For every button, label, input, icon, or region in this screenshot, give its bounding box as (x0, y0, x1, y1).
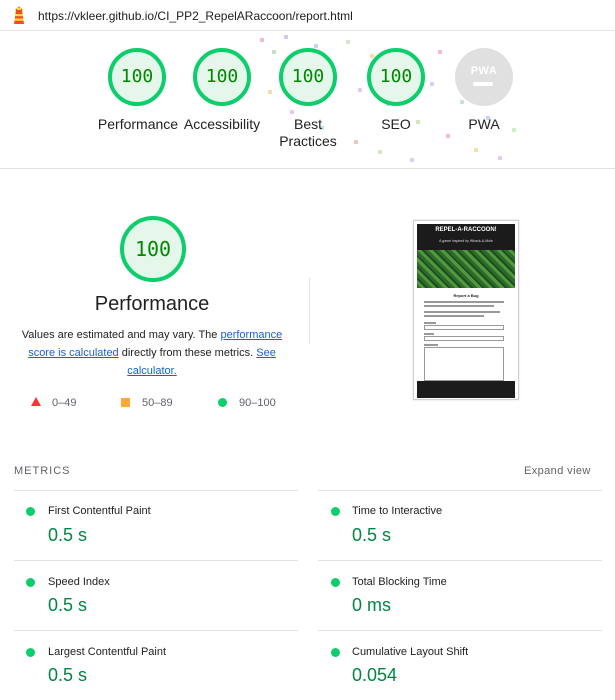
fail-triangle-icon (31, 397, 41, 406)
gauge-label: Accessibility (183, 116, 261, 132)
metrics-row-divider (14, 490, 298, 491)
pwa-badge-text: PWA (470, 65, 498, 77)
metric-name: Cumulative Layout Shift (352, 646, 469, 658)
expand-view-toggle[interactable]: Expand view (524, 465, 591, 477)
score-value: 100 (205, 66, 239, 87)
thumb-text-line (424, 344, 438, 346)
metric-value: 0.5 s (48, 525, 88, 545)
average-square-icon (121, 398, 130, 407)
thumb-card-heading: Report a Bug (453, 293, 479, 298)
gauge-label: PWA (468, 116, 500, 132)
pwa-badge: PWA (455, 48, 513, 106)
thumb-text-line (424, 322, 436, 324)
metric-value: 0.5 s (48, 665, 88, 685)
thumb-text-line (424, 311, 500, 313)
legend-range: 0–49 (52, 397, 77, 409)
performance-score-value: 100 (134, 237, 172, 261)
gauge-label: Performance (97, 116, 179, 132)
gauge-label: SEO (381, 116, 411, 132)
page-url[interactable]: https://vkleer.github.io/CI_PP2_RepelARa… (38, 9, 353, 23)
thumb-leaves-banner (417, 250, 515, 288)
pass-circle-icon (26, 648, 35, 657)
performance-title: Performance (94, 293, 210, 315)
metric-name: Total Blocking Time (352, 576, 447, 588)
metrics-row-divider (318, 490, 602, 491)
thumb-textarea-box (424, 347, 504, 381)
thumb-text-line (424, 333, 434, 335)
thumb-form-card: Report a Bug (420, 291, 512, 387)
section-divider (0, 168, 615, 169)
performance-description: Values are estimated and may vary. The p… (14, 326, 290, 380)
lighthouse-logo-icon (14, 6, 24, 24)
metrics-row-divider (318, 630, 602, 631)
gauge-accessibility[interactable]: 100 Accessibility (180, 44, 264, 152)
metric-name: First Contentful Paint (48, 505, 151, 517)
legend-range: 50–89 (142, 397, 173, 409)
gauge-performance[interactable]: 100 Performance (92, 44, 184, 152)
pass-circle-icon (331, 507, 340, 516)
metric-name: Time to Interactive (352, 505, 443, 517)
gauge-seo[interactable]: 100 SEO (354, 44, 438, 152)
thumb-text-line (424, 301, 504, 303)
metrics-row-divider (14, 630, 298, 631)
pass-circle-icon (26, 507, 35, 516)
metric-name: Speed Index (48, 576, 110, 588)
metric-value: 0 ms (352, 595, 392, 615)
metrics-row-divider (318, 560, 602, 561)
metric-name: Largest Contentful Paint (48, 646, 167, 658)
score-value: 100 (291, 66, 325, 87)
gauge-best-practices[interactable]: 100 Best Practices (266, 44, 350, 152)
pass-circle-icon (26, 578, 35, 587)
metric-value: 0.5 s (352, 525, 392, 545)
score-value: 100 (120, 66, 154, 87)
url-bar: https://vkleer.github.io/CI_PP2_RepelARa… (0, 0, 615, 31)
performance-score-gauge: 100 (120, 216, 186, 282)
pass-circle-icon (218, 398, 227, 407)
thumb-footer (417, 381, 515, 398)
pwa-dash-icon (473, 82, 493, 86)
desc-text: directly from these metrics. (118, 347, 257, 359)
thumb-text-line (424, 315, 484, 317)
vertical-divider (309, 278, 310, 344)
metrics-row-divider (14, 560, 298, 561)
metrics-heading: METRICS (14, 465, 71, 477)
pass-circle-icon (331, 648, 340, 657)
gauge-pwa[interactable]: PWA PWA (442, 44, 526, 152)
thumb-input-box (424, 336, 504, 341)
metric-value: 0.054 (352, 665, 398, 685)
score-value: 100 (379, 66, 413, 87)
score-ring: 100 (193, 48, 251, 106)
thumb-title: REPEL-A-RACCOON! (435, 227, 497, 233)
score-ring: 100 (108, 48, 166, 106)
desc-text: Values are estimated and may vary. The (21, 329, 221, 341)
score-ring: 100 (279, 48, 337, 106)
pass-circle-icon (331, 578, 340, 587)
gauge-label: Best Practices (279, 116, 337, 149)
metric-value: 0.5 s (48, 595, 88, 615)
thumb-subtitle: A game inspired by Whack-A-Mole (439, 239, 493, 243)
final-screenshot[interactable]: REPEL-A-RACCOON! A game inspired by Whac… (413, 220, 519, 400)
thumb-header: REPEL-A-RACCOON! A game inspired by Whac… (417, 224, 515, 250)
legend-range: 90–100 (239, 397, 276, 409)
score-ring: 100 (367, 48, 425, 106)
thumb-input-box (424, 325, 504, 330)
thumb-text-line (424, 305, 494, 307)
